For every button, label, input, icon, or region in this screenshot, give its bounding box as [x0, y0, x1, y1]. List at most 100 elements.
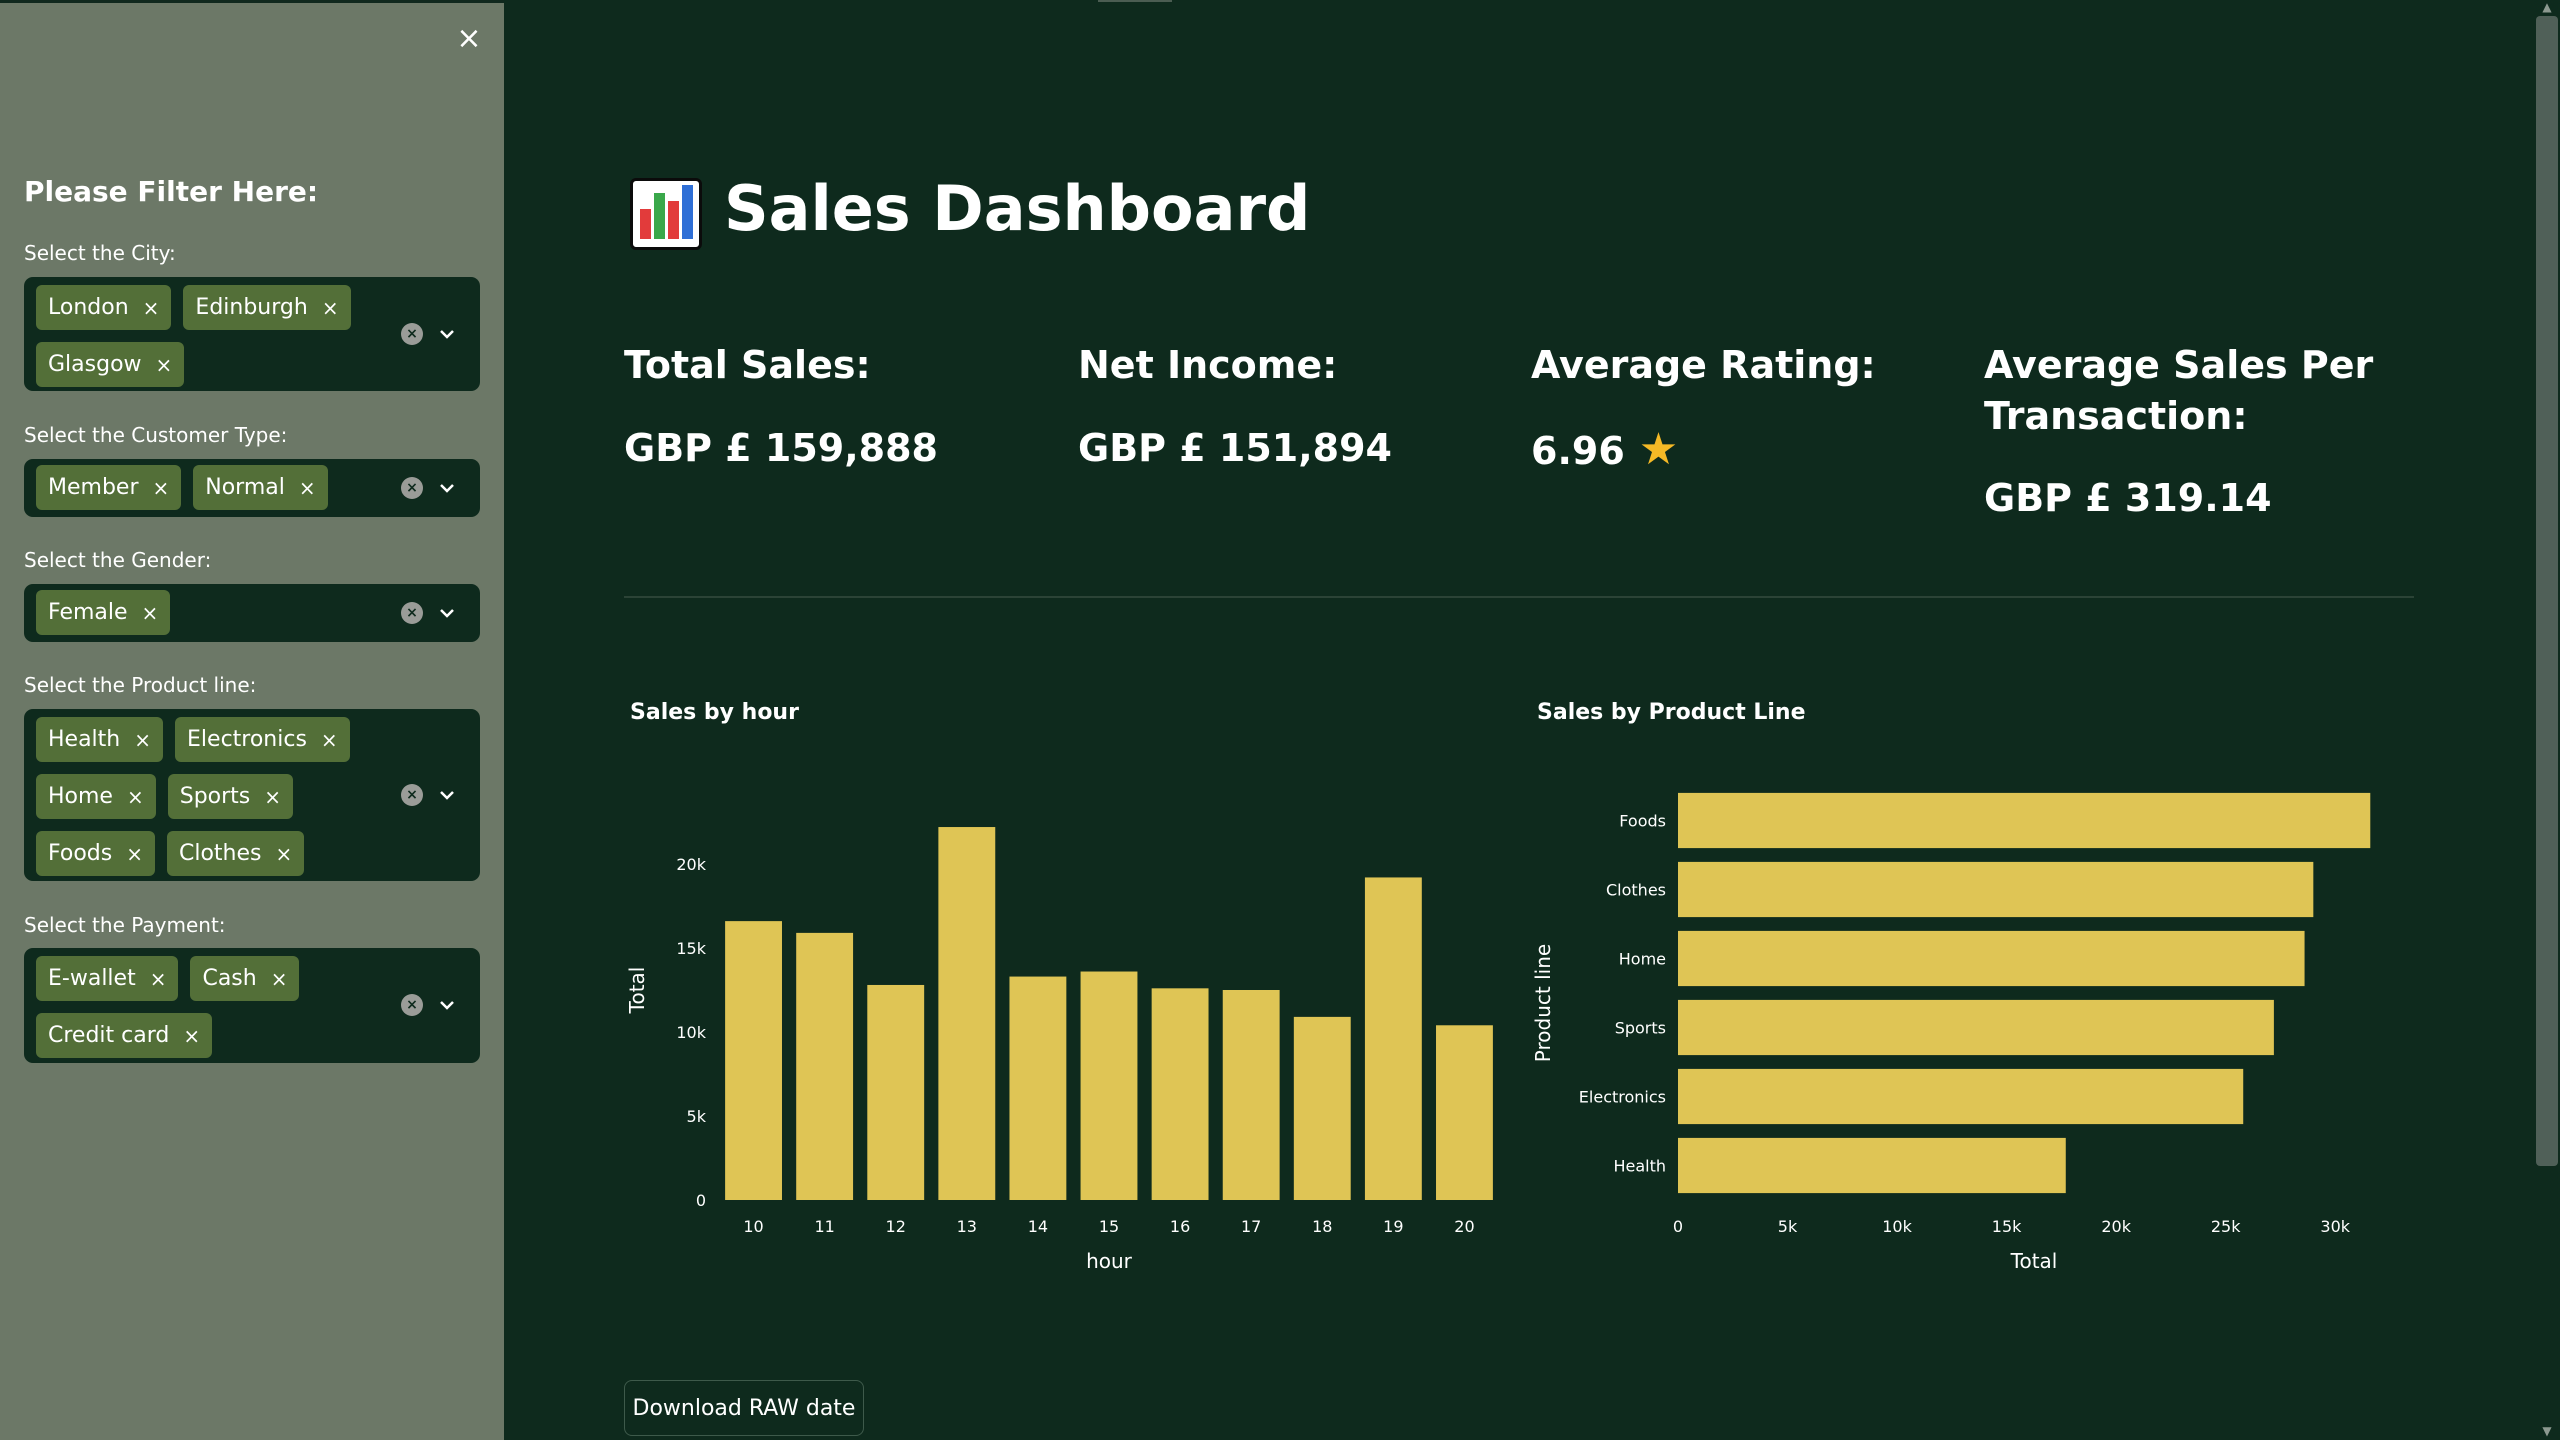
filter-title: Please Filter Here:: [24, 175, 319, 208]
chip-label: E-wallet: [48, 966, 136, 991]
sales-by-product-line-title: Sales by Product Line: [1537, 700, 1806, 725]
y-tick-label: Health: [1613, 1157, 1666, 1176]
sales-by-hour-chart: 0 5k 10k 15k 20k 10 11 12 13 14 15 16 17 18 19 20 hour To…: [625, 827, 1493, 1273]
clear-all-icon[interactable]: ×: [401, 477, 423, 499]
chevron-down-icon[interactable]: [436, 323, 458, 345]
remove-chip-icon[interactable]: ×: [183, 1024, 200, 1048]
y-tick-label: 5k: [687, 1107, 707, 1126]
bar-product-home: [1678, 930, 2305, 987]
y-tick-label: 20k: [676, 855, 706, 874]
remove-chip-icon[interactable]: ×: [271, 967, 288, 991]
y-axis-label: Product line: [1531, 944, 1555, 1062]
payment-multiselect[interactable]: E-wallet × Cash × Credit card × ×: [24, 948, 480, 1063]
chip-electronics: Electronics ×: [175, 717, 350, 762]
scrollbar-thumb[interactable]: [2536, 16, 2558, 1166]
chip-member: Member ×: [36, 465, 182, 510]
gender-multiselect[interactable]: Female × ×: [24, 584, 480, 642]
bar-chart-icon: [630, 178, 702, 250]
clear-all-icon[interactable]: ×: [401, 784, 423, 806]
x-tick-label: 20: [1454, 1217, 1474, 1236]
clear-all-icon[interactable]: ×: [401, 323, 423, 345]
chip-label: Health: [48, 727, 121, 752]
y-tick-label: Clothes: [1606, 881, 1666, 900]
chip-sports: Sports ×: [167, 774, 294, 819]
chip-cash: Cash ×: [190, 956, 300, 1001]
product-line-multiselect[interactable]: Health × Electronics × Home × Sports × Foods…: [24, 709, 480, 881]
sales-by-product-line-chart: Foods Clothes Home Sports Electronics Health 0…: [1531, 792, 2371, 1273]
net-income-label: Net Income:: [1078, 343, 1338, 387]
y-tick-label: Sports: [1615, 1019, 1666, 1038]
download-raw-data-button[interactable]: Download RAW date: [624, 1380, 864, 1436]
chip-label: Electronics: [187, 727, 307, 752]
remove-chip-icon[interactable]: ×: [264, 785, 281, 809]
remove-chip-icon[interactable]: ×: [143, 296, 160, 320]
net-income-value: GBP £ 151,894: [1078, 426, 1392, 470]
bar-hour-16: [1151, 988, 1209, 1200]
average-rating-row: 6.96 ★: [1531, 424, 1678, 475]
remove-chip-icon[interactable]: ×: [150, 967, 167, 991]
remove-chip-icon[interactable]: ×: [275, 842, 292, 866]
divider: [624, 596, 2414, 598]
scroll-down-icon[interactable]: ▼: [2536, 1424, 2558, 1438]
y-tick-label: 10k: [676, 1023, 706, 1042]
chip-clothes: Clothes ×: [166, 831, 305, 876]
chip-edinburgh: Edinburgh ×: [183, 285, 351, 330]
remove-chip-icon[interactable]: ×: [153, 476, 170, 500]
chevron-down-icon[interactable]: [436, 477, 458, 499]
chip-label: Edinburgh: [195, 295, 308, 320]
chip-label: Sports: [179, 784, 251, 809]
chip-glasgow: Glasgow ×: [36, 342, 185, 387]
remove-chip-icon[interactable]: ×: [156, 353, 173, 377]
chip-label: Foods: [48, 841, 113, 866]
bar-product-electronics: [1678, 1068, 2244, 1125]
customer-type-multiselect[interactable]: Member × Normal × ×: [24, 459, 480, 517]
x-tick-label: 13: [957, 1217, 977, 1236]
bar-hour-14: [1009, 976, 1067, 1200]
bar-product-foods: [1678, 792, 2371, 849]
remove-chip-icon[interactable]: ×: [127, 785, 144, 809]
bar-product-clothes: [1678, 861, 2314, 918]
city-multiselect[interactable]: London × Edinburgh × Glasgow × ×: [24, 277, 480, 391]
x-tick-label: 14: [1028, 1217, 1048, 1236]
y-tick-label: 15k: [676, 939, 706, 958]
remove-chip-icon[interactable]: ×: [126, 842, 143, 866]
x-tick-label: 20k: [2101, 1217, 2131, 1236]
x-tick-label: 16: [1170, 1217, 1190, 1236]
x-tick-label: 15k: [1992, 1217, 2022, 1236]
clear-all-icon[interactable]: ×: [401, 602, 423, 624]
chip-health: Health ×: [36, 717, 164, 762]
total-sales-label: Total Sales:: [624, 343, 871, 387]
total-sales-value: GBP £ 159,888: [624, 426, 938, 470]
chip-home: Home ×: [36, 774, 156, 819]
chip-female: Female ×: [36, 590, 171, 635]
remove-chip-icon[interactable]: ×: [299, 476, 316, 500]
city-filter-label: Select the City:: [24, 241, 176, 265]
chevron-down-icon[interactable]: [436, 602, 458, 624]
remove-chip-icon[interactable]: ×: [134, 728, 151, 752]
x-tick-label: 11: [814, 1217, 834, 1236]
chevron-down-icon[interactable]: [436, 784, 458, 806]
remove-chip-icon[interactable]: ×: [321, 728, 338, 752]
bar-product-sports: [1678, 999, 2274, 1056]
chip-e-wallet: E-wallet ×: [36, 956, 179, 1001]
chip-label: Member: [48, 475, 139, 500]
bar-hour-19: [1364, 877, 1422, 1200]
close-icon[interactable]: ×: [455, 24, 483, 54]
bar-hour-10: [725, 921, 782, 1200]
remove-chip-icon[interactable]: ×: [142, 601, 159, 625]
chip-label: Home: [48, 784, 113, 809]
bar-hour-11: [796, 932, 854, 1200]
y-tick-label: Foods: [1619, 812, 1666, 831]
x-axis-label: Total: [2010, 1249, 2058, 1273]
bar-hour-18: [1293, 1016, 1351, 1200]
y-tick-label: 0: [696, 1191, 706, 1210]
avg-sales-per-transaction-value: GBP £ 319.14: [1984, 476, 2272, 520]
y-tick-label: Home: [1619, 950, 1666, 969]
chip-london: London ×: [36, 285, 172, 330]
chip-label: Credit card: [48, 1023, 170, 1048]
chevron-down-icon[interactable]: [436, 994, 458, 1016]
clear-all-icon[interactable]: ×: [401, 994, 423, 1016]
chip-label: London: [48, 295, 129, 320]
scroll-up-icon[interactable]: ▲: [2536, 0, 2558, 14]
remove-chip-icon[interactable]: ×: [322, 296, 339, 320]
